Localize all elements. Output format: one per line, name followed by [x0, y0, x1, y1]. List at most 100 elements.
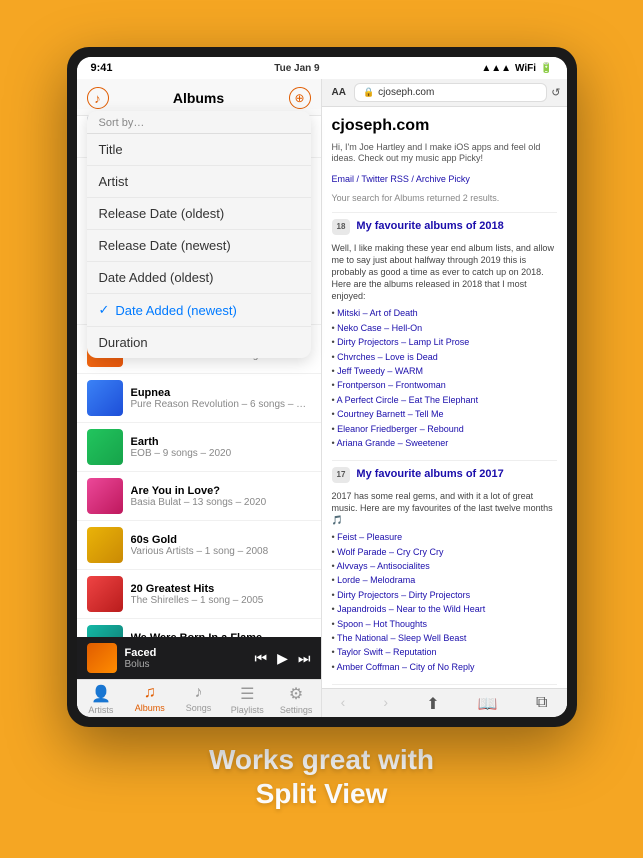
tab-artists-label: Artists — [88, 705, 113, 715]
album-thumb-earth — [87, 429, 123, 465]
tab-artists[interactable]: 👤 Artists — [77, 684, 126, 715]
blog-list-2018: • Mitski – Art of Death • Neko Case – He… — [332, 306, 557, 450]
link-wolf-parade[interactable]: Wolf Parade – Cry Cry Cry — [337, 547, 443, 557]
search-result-info: Your search for Albums returned 2 result… — [332, 192, 557, 205]
divider-1 — [332, 212, 557, 213]
tab-albums-label: Albums — [135, 703, 165, 713]
tabs-button[interactable]: ⧉ — [536, 694, 547, 714]
tab-songs-label: Songs — [186, 703, 212, 713]
tab-playlists[interactable]: ☰ Playlists — [223, 684, 272, 715]
site-title: cjoseph.com — [332, 115, 557, 137]
link-dirty-proj[interactable]: Dirty Projectors – Lamp Lit Prose — [337, 337, 469, 347]
sort-item-date-oldest[interactable]: Date Added (oldest) — [87, 262, 311, 294]
link-dirty-proj-2017[interactable]: Dirty Projectors – Dirty Projectors — [337, 590, 470, 600]
divider-3 — [332, 684, 557, 685]
link-lorde[interactable]: Lorde – Melodrama — [337, 575, 415, 585]
link-eleanor[interactable]: Eleanor Friedberger – Rebound — [337, 424, 464, 434]
link-chvrches[interactable]: Chvrches – Love is Dead — [337, 352, 438, 362]
link-apc[interactable]: A Perfect Circle – Eat The Elephant — [337, 395, 478, 405]
sort-title-label: Title — [99, 142, 123, 157]
tab-songs[interactable]: ♪ Songs — [174, 684, 223, 715]
link-taylor[interactable]: Taylor Swift – Reputation — [337, 647, 437, 657]
refresh-button[interactable]: ↺ — [551, 86, 560, 99]
sort-dropdown-title: Sort by… — [87, 111, 311, 134]
playlists-icon: ☰ — [240, 684, 254, 704]
browser-panel: AA 🔒 cjoseph.com ↺ cjoseph.com Hi, I'm J… — [322, 79, 567, 717]
album-info-eupnea: Eupnea Pure Reason Revolution – 6 songs … — [131, 387, 311, 410]
sort-date-newest-label: Date Added (newest) — [115, 303, 236, 318]
album-name-are-you: Are You in Love? — [131, 485, 311, 497]
link-spoon[interactable]: Spoon – Hot Thoughts — [337, 619, 427, 629]
blog-post-text-2017: 2017 has some real gems, and with it a l… — [332, 490, 557, 526]
sort-item-release-oldest[interactable]: Release Date (oldest) — [87, 198, 311, 230]
album-item-eupnea[interactable]: Eupnea Pure Reason Revolution – 6 songs … — [77, 374, 321, 423]
bookmarks-button[interactable]: 📖 — [478, 694, 498, 714]
blog-post-title-2018[interactable]: My favourite albums of 2018 — [356, 219, 503, 234]
browser-toolbar: ‹ › ⬆ 📖 ⧉ — [322, 688, 567, 717]
sort-item-release-newest[interactable]: Release Date (newest) — [87, 230, 311, 262]
link-alvvays[interactable]: Alvvays – Antisocialites — [337, 561, 430, 571]
link-ariana[interactable]: Ariana Grande – Sweetener — [337, 438, 449, 448]
album-item-20-greatest[interactable]: 20 Greatest Hits The Shirelles – 1 song … — [77, 570, 321, 619]
settings-icon: ⚙ — [289, 684, 303, 704]
link-amber[interactable]: Amber Coffman – City of No Reply — [337, 662, 475, 672]
album-info-are-you: Are You in Love? Basia Bulat – 13 songs … — [131, 485, 311, 508]
blog-list-2017: • Feist – Pleasure • Wolf Parade – Cry C… — [332, 530, 557, 674]
album-info-earth: Earth EOB – 9 songs – 2020 — [131, 436, 311, 459]
playback-bar: Faced Bolus ⏮ ▶ ⏭ — [77, 637, 321, 679]
sort-item-artist[interactable]: Artist — [87, 166, 311, 198]
url-bar[interactable]: 🔒 cjoseph.com — [354, 83, 547, 102]
prev-icon[interactable]: ⏮ — [255, 650, 268, 667]
link-national[interactable]: The National – Sleep Well Beast — [337, 633, 466, 643]
link-mitski[interactable]: Mitski – Art of Death — [337, 308, 418, 318]
caption-line1: Works great with — [209, 743, 434, 777]
sort-check-icon: ✓ — [99, 302, 110, 318]
link-frontperson[interactable]: Frontperson – Frontwoman — [337, 380, 446, 390]
link-courtney[interactable]: Courtney Barnett – Tell Me — [337, 409, 443, 419]
playback-title: Faced — [125, 647, 247, 659]
browser-url-bar: AA 🔒 cjoseph.com ↺ — [322, 79, 567, 107]
tab-playlists-label: Playlists — [231, 705, 264, 715]
link-feist[interactable]: Feist – Pleasure — [337, 532, 402, 542]
ipad-device: 9:41 Tue Jan 9 ▲▲▲ WiFi 🔋 ♪ Albums ⊕ — [67, 47, 577, 727]
album-item-earth[interactable]: Earth EOB – 9 songs – 2020 — [77, 423, 321, 472]
link-japandroids[interactable]: Japandroids – Near to the Wild Heart — [337, 604, 485, 614]
ipad-screen: 9:41 Tue Jan 9 ▲▲▲ WiFi 🔋 ♪ Albums ⊕ — [77, 57, 567, 717]
sort-item-title[interactable]: Title — [87, 134, 311, 166]
album-name-eupnea: Eupnea — [131, 387, 311, 399]
blog-post-text-2018: Well, I like making these year end album… — [332, 242, 557, 303]
album-name-earth: Earth — [131, 436, 311, 448]
caption-line2: Split View — [209, 777, 434, 811]
blog-post-title-2017[interactable]: My favourite albums of 2017 — [356, 467, 503, 482]
status-date: Tue Jan 9 — [274, 63, 319, 74]
album-thumb-20-greatest — [87, 576, 123, 612]
split-view: ♪ Albums ⊕ ne Soundtrack – Song... Sort … — [77, 79, 567, 717]
blog-section-2017: 17 My favourite albums of 2017 2017 has … — [332, 467, 557, 674]
album-name-20-greatest: 20 Greatest Hits — [131, 583, 311, 595]
aa-button[interactable]: AA — [328, 85, 350, 100]
next-icon[interactable]: ⏭ — [298, 650, 311, 667]
album-thumb-eupnea — [87, 380, 123, 416]
sort-item-date-newest[interactable]: ✓ Date Added (newest) — [87, 294, 311, 327]
music-logo-icon: ♪ — [87, 87, 109, 109]
album-meta-60s-gold: Various Artists – 1 song – 2008 — [131, 546, 311, 557]
album-item-born-flame[interactable]: We Were Born In a Flame Sam Roberts – 14… — [77, 619, 321, 637]
album-item-are-you[interactable]: Are You in Love? Basia Bulat – 13 songs … — [77, 472, 321, 521]
sort-release-newest-label: Release Date (newest) — [99, 238, 231, 253]
play-icon[interactable]: ▶ — [277, 650, 288, 667]
album-info-60s-gold: 60s Gold Various Artists – 1 song – 2008 — [131, 534, 311, 557]
album-item-60s-gold[interactable]: 60s Gold Various Artists – 1 song – 2008 — [77, 521, 321, 570]
forward-button[interactable]: › — [383, 694, 388, 714]
tab-settings[interactable]: ⚙ Settings — [272, 684, 321, 715]
link-neko[interactable]: Neko Case – Hell-On — [337, 323, 422, 333]
tab-albums[interactable]: ♫ Albums — [125, 684, 174, 715]
status-icons: ▲▲▲ WiFi 🔋 — [481, 63, 552, 74]
site-description: Hi, I'm Joe Hartley and I make iOS apps … — [332, 142, 557, 165]
music-search-icon[interactable]: ⊕ — [289, 87, 311, 109]
back-button[interactable]: ‹ — [341, 694, 346, 714]
sort-artist-label: Artist — [99, 174, 129, 189]
tab-settings-label: Settings — [280, 705, 313, 715]
share-button[interactable]: ⬆ — [426, 694, 439, 714]
sort-item-duration[interactable]: Duration — [87, 327, 311, 358]
link-jeff-tweedy[interactable]: Jeff Tweedy – WARM — [337, 366, 423, 376]
